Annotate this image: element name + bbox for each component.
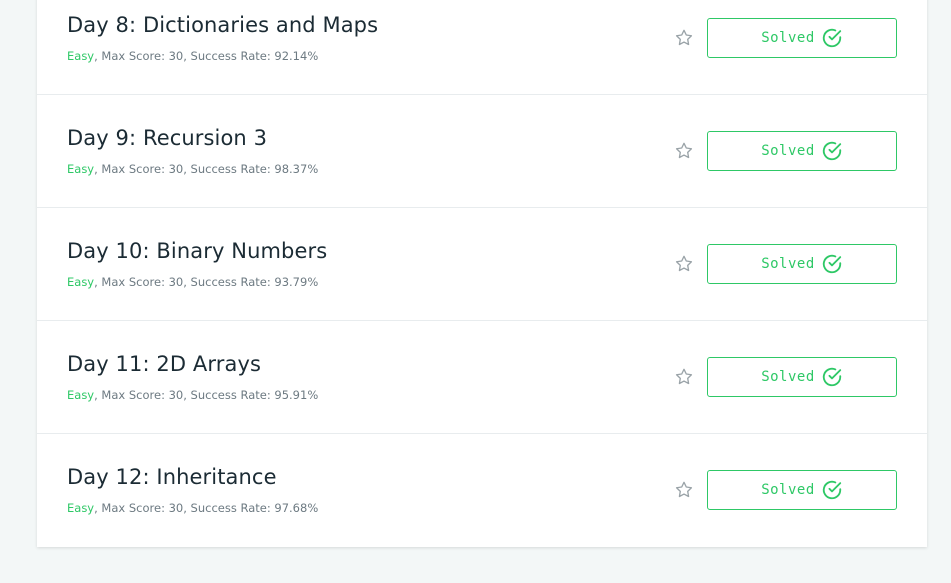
check-circle-icon [822, 28, 841, 48]
star-outline-icon[interactable] [674, 367, 694, 387]
challenge-meta: Easy, Max Score: 30, Success Rate: 92.14… [67, 49, 318, 63]
check-circle-icon [822, 480, 841, 500]
score-and-success-rate: , Max Score: 30, Success Rate: 93.79% [94, 275, 319, 289]
difficulty-label: Easy [67, 275, 95, 289]
challenge-title[interactable]: Day 9: Recursion 3 [67, 126, 267, 150]
solved-label: Solved [761, 30, 815, 46]
challenge-title[interactable]: Day 8: Dictionaries and Maps [67, 13, 378, 37]
solved-label: Solved [761, 369, 815, 385]
star-outline-icon[interactable] [674, 141, 694, 161]
challenge-meta: Easy, Max Score: 30, Success Rate: 98.37… [67, 162, 318, 176]
solved-button[interactable]: Solved [707, 18, 897, 58]
challenge-row[interactable]: Day 9: Recursion 3 Easy, Max Score: 30, … [37, 95, 927, 208]
solved-button[interactable]: Solved [707, 244, 897, 284]
challenge-title[interactable]: Day 10: Binary Numbers [67, 239, 327, 263]
challenge-row[interactable]: Day 11: 2D Arrays Easy, Max Score: 30, S… [37, 321, 927, 434]
difficulty-label: Easy [67, 388, 95, 402]
challenge-row[interactable]: Day 12: Inheritance Easy, Max Score: 30,… [37, 434, 927, 547]
challenge-title[interactable]: Day 12: Inheritance [67, 465, 277, 489]
solved-label: Solved [761, 143, 815, 159]
difficulty-label: Easy [67, 162, 95, 176]
challenge-row[interactable]: Day 8: Dictionaries and Maps Easy, Max S… [37, 0, 927, 95]
difficulty-label: Easy [67, 49, 95, 63]
solved-button[interactable]: Solved [707, 357, 897, 397]
score-and-success-rate: , Max Score: 30, Success Rate: 98.37% [94, 162, 319, 176]
star-outline-icon[interactable] [674, 254, 694, 274]
score-and-success-rate: , Max Score: 30, Success Rate: 92.14% [94, 49, 319, 63]
challenge-meta: Easy, Max Score: 30, Success Rate: 95.91… [67, 388, 318, 402]
score-and-success-rate: , Max Score: 30, Success Rate: 97.68% [94, 501, 319, 515]
challenge-meta: Easy, Max Score: 30, Success Rate: 97.68… [67, 501, 318, 515]
solved-button[interactable]: Solved [707, 131, 897, 171]
check-circle-icon [822, 367, 841, 387]
solved-button[interactable]: Solved [707, 470, 897, 510]
check-circle-icon [822, 141, 841, 161]
challenge-title[interactable]: Day 11: 2D Arrays [67, 352, 261, 376]
star-outline-icon[interactable] [674, 28, 694, 48]
solved-label: Solved [761, 482, 815, 498]
difficulty-label: Easy [67, 501, 95, 515]
check-circle-icon [822, 254, 841, 274]
challenge-meta: Easy, Max Score: 30, Success Rate: 93.79… [67, 275, 318, 289]
star-outline-icon[interactable] [674, 480, 694, 500]
score-and-success-rate: , Max Score: 30, Success Rate: 95.91% [94, 388, 319, 402]
solved-label: Solved [761, 256, 815, 272]
challenge-row[interactable]: Day 10: Binary Numbers Easy, Max Score: … [37, 208, 927, 321]
challenge-list: Day 8: Dictionaries and Maps Easy, Max S… [37, 0, 927, 547]
